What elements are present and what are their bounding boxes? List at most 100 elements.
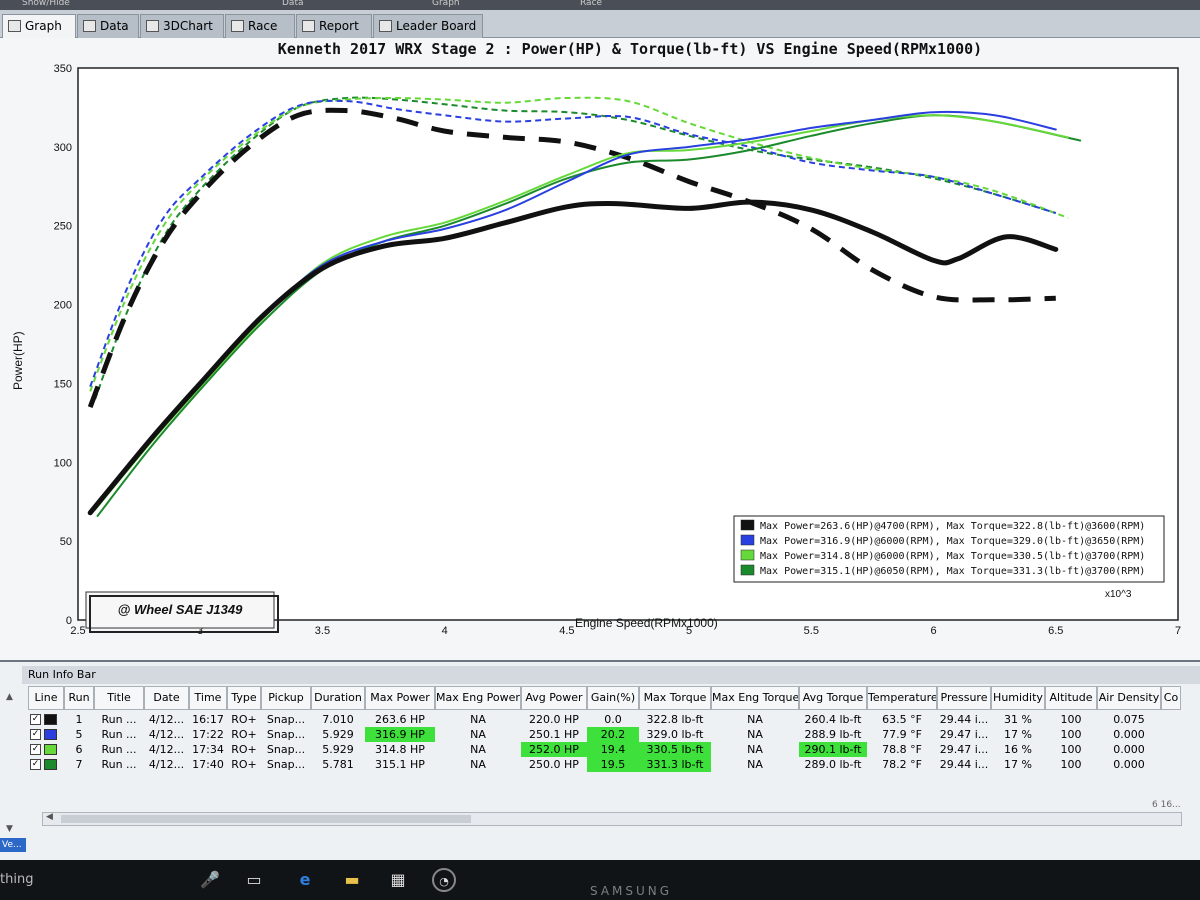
- line-color-swatch[interactable]: [44, 744, 57, 755]
- graph-panel: Kenneth 2017 WRX Stage 2 : Power(HP) & T…: [0, 38, 1200, 660]
- column-header[interactable]: Max Eng Power: [435, 686, 521, 710]
- scroll-down-icon[interactable]: ▼: [6, 824, 13, 834]
- checkered-flag-icon: [379, 20, 392, 32]
- cell-max-torque: 331.3 lb-ft: [639, 757, 711, 772]
- column-header[interactable]: Max Torque: [639, 686, 711, 710]
- cell-duration: 7.010: [322, 713, 354, 726]
- edge-icon[interactable]: e: [293, 868, 317, 892]
- show-run-checkbox[interactable]: ✓: [30, 729, 41, 740]
- cell-duration: 5.929: [322, 728, 354, 741]
- column-header[interactable]: Date: [144, 686, 189, 710]
- cell-air-density: 0.000: [1113, 743, 1145, 756]
- cell-max-torque: 330.5 lb-ft: [639, 742, 711, 757]
- cell-time: 17:40: [192, 758, 224, 771]
- tab-data[interactable]: Data: [77, 14, 139, 38]
- column-header[interactable]: Air Density: [1097, 686, 1161, 710]
- cell-altitude: 100: [1060, 743, 1082, 756]
- show-run-checkbox[interactable]: ✓: [30, 744, 41, 755]
- column-header[interactable]: Avg Torque: [799, 686, 867, 710]
- store-icon[interactable]: ▦: [386, 868, 410, 892]
- menu-graph[interactable]: Graph: [432, 0, 460, 8]
- legend-entry: Max Power=263.6(HP)@4700(RPM), Max Torqu…: [760, 521, 1145, 532]
- tab-leader-board[interactable]: Leader Board: [373, 14, 483, 38]
- dyno-gauge-icon[interactable]: ◔: [432, 868, 456, 892]
- run-info-header[interactable]: Run Info Bar: [22, 666, 1200, 684]
- column-header[interactable]: Humidity: [991, 686, 1045, 710]
- microphone-icon[interactable]: 🎤: [198, 868, 222, 892]
- table-row[interactable]: ✓ 1 Run ... 4/12... 16:17 RO+ Snap... 7.010 263.…: [28, 712, 1181, 727]
- column-header[interactable]: Avg Power: [521, 686, 587, 710]
- tab-graph[interactable]: Graph: [2, 14, 76, 39]
- cell-avg-power: 250.1 HP: [529, 728, 579, 741]
- task-view-icon[interactable]: ▭: [242, 868, 266, 892]
- table-row[interactable]: ✓ 7 Run ... 4/12... 17:40 RO+ Snap... 5.781 315.…: [28, 757, 1181, 772]
- column-header[interactable]: Co: [1161, 686, 1181, 710]
- corner-label[interactable]: Ve...: [0, 838, 26, 852]
- cell-duration: 5.929: [322, 743, 354, 756]
- column-header[interactable]: Time: [189, 686, 227, 710]
- cell-gain: 20.2: [587, 727, 639, 742]
- column-header[interactable]: Altitude: [1045, 686, 1097, 710]
- scroll-up-icon[interactable]: ▲: [6, 692, 13, 702]
- tab-report[interactable]: Report: [296, 14, 372, 38]
- tab-3dchart[interactable]: 3DChart: [140, 14, 224, 38]
- cell-run: 7: [75, 758, 83, 771]
- column-header[interactable]: Max Power: [365, 686, 435, 710]
- scroll-left-icon[interactable]: ◀: [46, 812, 53, 822]
- graph-icon: [8, 20, 21, 32]
- cell-air-density: 0.075: [1113, 713, 1145, 726]
- table-icon: [83, 20, 96, 32]
- x-tick-label: 6.5: [1048, 625, 1063, 637]
- cell-pickup: Snap...: [266, 713, 306, 726]
- legend-entry: Max Power=315.1(HP)@6050(RPM), Max Torqu…: [760, 566, 1145, 577]
- column-header[interactable]: Max Eng Torque: [711, 686, 799, 710]
- menu-race[interactable]: Race: [580, 0, 602, 8]
- annotation-text: @ Wheel SAE J1349: [118, 602, 243, 617]
- legend-swatch: [740, 534, 755, 546]
- table-row[interactable]: ✓ 5 Run ... 4/12... 17:22 RO+ Snap... 5.929 316.…: [28, 727, 1181, 742]
- column-header[interactable]: Pressure: [937, 686, 991, 710]
- column-header[interactable]: Gain(%): [587, 686, 639, 710]
- column-header[interactable]: Duration: [311, 686, 365, 710]
- cell-temperature: 63.5 °F: [882, 713, 922, 726]
- horizontal-scrollbar[interactable]: ◀: [42, 812, 1182, 826]
- cell-type: RO+: [231, 713, 257, 726]
- column-header[interactable]: Temperature: [867, 686, 937, 710]
- line-color-swatch[interactable]: [44, 729, 57, 740]
- y-tick-label: 350: [54, 63, 72, 75]
- show-run-checkbox[interactable]: ✓: [30, 759, 41, 770]
- dyno-chart[interactable]: 2.5 3 3.5 4 4.5 5 5.5 6 6.5 705010015020025030035…: [0, 60, 1200, 660]
- cell-avg-torque: 290.1 lb-ft: [799, 742, 867, 757]
- cell-gain: 0.0: [604, 713, 622, 726]
- menu-data[interactable]: Data: [282, 0, 304, 8]
- line-cell: ✓: [28, 712, 64, 727]
- tab-race[interactable]: Race: [225, 14, 295, 38]
- cell-avg-power: 252.0 HP: [521, 742, 587, 757]
- windows-taskbar: thing 🎤 ▭ e ▬ ▦ ◔ SAMSUNG: [0, 860, 1200, 900]
- file-explorer-icon[interactable]: ▬: [340, 868, 364, 892]
- legend-swatch: [740, 564, 755, 576]
- cell-date: 4/12...: [148, 713, 185, 726]
- scroll-thumb[interactable]: [61, 815, 471, 823]
- cell-duration: 5.781: [322, 758, 354, 771]
- x-tick-label: 5.5: [804, 625, 819, 637]
- cell-max-power: 263.6 HP: [375, 713, 425, 726]
- search-box-text[interactable]: thing: [0, 872, 33, 887]
- line-color-swatch[interactable]: [44, 759, 57, 770]
- column-header[interactable]: Title: [94, 686, 144, 710]
- column-header[interactable]: Line: [28, 686, 64, 710]
- menu-show-hide[interactable]: Show/Hide: [22, 0, 70, 8]
- column-header[interactable]: Pickup: [261, 686, 311, 710]
- cell-max-eng-torque: NA: [747, 728, 763, 741]
- show-run-checkbox[interactable]: ✓: [30, 714, 41, 725]
- cell-pickup: Snap...: [266, 728, 306, 741]
- table-row[interactable]: ✓ 6 Run ... 4/12... 17:34 RO+ Snap... 5.929 314.…: [28, 742, 1181, 757]
- vertical-scrollbar[interactable]: ▲ ▼: [4, 692, 18, 842]
- line-color-swatch[interactable]: [44, 714, 57, 725]
- column-header[interactable]: Run: [64, 686, 94, 710]
- cell-gain: 19.4: [587, 742, 639, 757]
- tab-bar: Graph Data 3DChart Race Report Leader Bo…: [0, 10, 1200, 39]
- column-header[interactable]: Type: [227, 686, 261, 710]
- cell-pressure: 29.44 i...: [939, 713, 989, 726]
- legend-swatch: [740, 549, 755, 561]
